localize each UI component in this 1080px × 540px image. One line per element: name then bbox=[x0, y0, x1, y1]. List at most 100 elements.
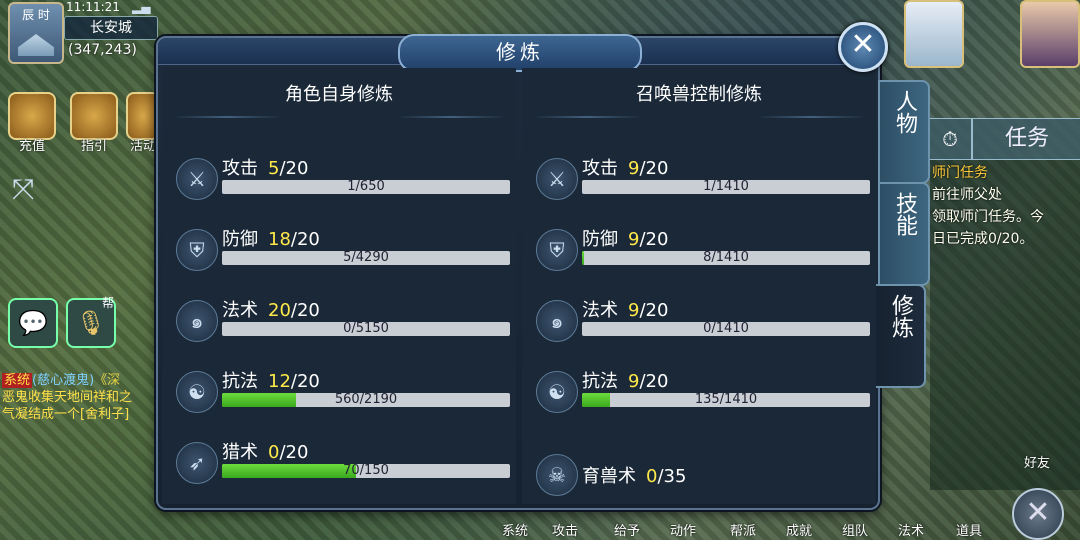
city-name[interactable]: 长安城 bbox=[64, 16, 158, 40]
skill-name: 猎术 bbox=[222, 442, 258, 463]
pet-avatar[interactable] bbox=[904, 0, 964, 68]
menu-spell[interactable]: 法术 bbox=[898, 520, 924, 539]
recharge-label: 充值 bbox=[18, 139, 45, 154]
cultivation-row[interactable]: ⚔ 攻击 9/20 1/1410 bbox=[536, 154, 870, 204]
bow-icon: ➶ bbox=[176, 442, 218, 484]
cultivation-label: 猎术 0/20 bbox=[222, 438, 308, 464]
cultivation-row[interactable]: ๑法术 20/20 0/5150 bbox=[176, 296, 510, 346]
quest-line: 前往师父处 bbox=[932, 187, 1002, 203]
skill-name: 防御 bbox=[582, 229, 618, 250]
skill-level: 20 bbox=[268, 300, 291, 321]
pavilion-icon bbox=[18, 34, 54, 56]
menu-items[interactable]: 道具 bbox=[956, 520, 982, 539]
yin-yang-icon: ☯ bbox=[176, 371, 218, 413]
recharge-button[interactable]: 充值 bbox=[8, 92, 56, 154]
exp-progress-bar: 135/1410 bbox=[582, 393, 870, 407]
cultivation-row[interactable]: ⛨ 防御 9/20 8/1410 bbox=[536, 225, 870, 275]
cultivation-label: 抗法 12/20 bbox=[222, 367, 320, 393]
ornament bbox=[532, 116, 642, 118]
tab-character[interactable]: 人物 bbox=[878, 80, 930, 184]
cultivation-row[interactable]: ☯ 抗法 12/20 560/2190 bbox=[176, 367, 510, 417]
exp-progress-bar: 1/1410 bbox=[582, 180, 870, 194]
cultivation-label: 抗法 9/20 bbox=[582, 367, 668, 393]
close-button[interactable]: ✕ bbox=[838, 22, 888, 72]
cultivation-row[interactable]: ➶ 猎术 0/20 70/150 bbox=[176, 438, 510, 488]
skill-level: 0 bbox=[646, 466, 658, 487]
player-avatar[interactable] bbox=[1020, 0, 1080, 68]
menu-attack[interactable]: 攻击 bbox=[552, 520, 578, 539]
menu-system[interactable]: 系统 bbox=[502, 520, 528, 539]
coordinates: (347,243) bbox=[68, 42, 137, 58]
skill-level: 5 bbox=[268, 158, 280, 179]
chat-log[interactable]: 系统 (慈心渡鬼)《深 恶鬼收集天地间祥和之 气凝结成一个[舍利子] bbox=[2, 372, 157, 423]
tab-cultivation[interactable]: 修炼 bbox=[876, 284, 926, 388]
skill-name: 法术 bbox=[582, 300, 618, 321]
beast-taming-label: 育兽术 0/35 bbox=[582, 462, 686, 488]
exp-progress-text: 560/2190 bbox=[334, 393, 398, 407]
cultivation-label: 防御 9/20 bbox=[582, 225, 668, 251]
exp-progress-bar: 5/4290 bbox=[222, 251, 510, 265]
expand-arrows-icon[interactable]: ⤧ bbox=[12, 172, 34, 206]
skill-level: 0 bbox=[268, 442, 280, 463]
skill-max: /20 bbox=[279, 442, 309, 463]
skill-max: /35 bbox=[657, 466, 687, 487]
clock-text: 11:11:21 bbox=[66, 0, 120, 14]
skill-name: 攻击 bbox=[582, 158, 618, 179]
beast-taming-row[interactable]: ☠ 育兽术 0/35 bbox=[536, 450, 866, 500]
cultivation-row[interactable]: ☯ 抗法 9/20 135/1410 bbox=[536, 367, 870, 417]
menu-guild[interactable]: 帮派 bbox=[730, 520, 756, 539]
cultivation-label: 法术 9/20 bbox=[582, 296, 668, 322]
quest-timer-icon[interactable]: ⏱ bbox=[928, 118, 972, 160]
skill-max: /20 bbox=[290, 371, 320, 392]
cultivation-label: 攻击 9/20 bbox=[582, 154, 668, 180]
skill-max: /20 bbox=[290, 229, 320, 250]
friends-label[interactable]: 好友 bbox=[1024, 452, 1050, 471]
menu-team[interactable]: 组队 bbox=[842, 520, 868, 539]
quest-tracker[interactable]: 师门任务 前往师父处 领取师门任务。今 日已完成0/20。 bbox=[930, 160, 1080, 490]
exp-progress-text: 0/5150 bbox=[343, 322, 389, 336]
skill-max: /20 bbox=[639, 300, 669, 321]
cultivation-row[interactable]: ๑法术 9/20 0/1410 bbox=[536, 296, 870, 346]
pet-cultivation-title: 召唤兽控制修炼 bbox=[636, 84, 762, 105]
self-cultivation-title: 角色自身修炼 bbox=[285, 84, 393, 105]
time-of-day-label: 辰 时 bbox=[22, 8, 50, 22]
skill-name: 抗法 bbox=[582, 371, 618, 392]
skill-level: 18 bbox=[268, 229, 291, 250]
chat-system-tag: 系统 bbox=[2, 373, 33, 388]
location-hud: 辰 时 11:11:21 ▂▄ 长安城 (347,243) bbox=[4, 0, 158, 64]
cultivation-row[interactable]: ⛨ 防御 18/20 5/4290 bbox=[176, 225, 510, 275]
magic-swirl-icon: ๑ bbox=[536, 300, 578, 342]
menu-give[interactable]: 给予 bbox=[614, 520, 640, 539]
voice-channel-tag: 帮 bbox=[102, 296, 115, 310]
cultivation-panel: 修炼 角色自身修炼 ⚔ 攻击 5/20 1/650 ⛨ 防御 18/20 5/4290 ๑法术 2… bbox=[156, 34, 880, 510]
tab-skills[interactable]: 技能 bbox=[878, 182, 930, 286]
ornament bbox=[396, 116, 506, 118]
activity-button[interactable]: 活动 bbox=[126, 92, 160, 154]
close-menu-icon[interactable]: ✕ bbox=[1012, 488, 1064, 540]
menu-achievement[interactable]: 成就 bbox=[786, 520, 812, 539]
skill-name: 育兽术 bbox=[582, 466, 636, 487]
skill-max: /20 bbox=[639, 158, 669, 179]
bottom-menu-bar: 系统 攻击 给予 动作 帮派 成就 组队 法术 道具 bbox=[480, 512, 1080, 540]
quest-line: 日已完成0/20。 bbox=[932, 231, 1034, 247]
exp-progress-bar: 1/650 bbox=[222, 180, 510, 194]
skull-icon: ☠ bbox=[536, 454, 578, 496]
chat-button[interactable]: 💬 bbox=[8, 298, 58, 348]
menu-emote[interactable]: 动作 bbox=[670, 520, 696, 539]
skill-level: 9 bbox=[628, 371, 640, 392]
shield-icon: ⛨ bbox=[536, 229, 578, 271]
magic-swirl-icon: ๑ bbox=[176, 300, 218, 342]
quest-tab[interactable]: 任务 bbox=[972, 118, 1080, 160]
quest-line: 领取师门任务。今 bbox=[932, 209, 1044, 225]
skill-name: 攻击 bbox=[222, 158, 258, 179]
guide-label: 指引 bbox=[80, 139, 107, 154]
skill-max: /20 bbox=[639, 371, 669, 392]
skill-name: 抗法 bbox=[222, 371, 258, 392]
time-of-day-icon[interactable]: 辰 时 bbox=[8, 2, 64, 64]
guide-button[interactable]: 指引 bbox=[70, 92, 118, 154]
exp-progress-bar: 560/2190 bbox=[222, 393, 510, 407]
exp-progress-bar: 8/1410 bbox=[582, 251, 870, 265]
cultivation-row[interactable]: ⚔ 攻击 5/20 1/650 bbox=[176, 154, 510, 204]
skill-level: 9 bbox=[628, 229, 640, 250]
skill-name: 法术 bbox=[222, 300, 258, 321]
